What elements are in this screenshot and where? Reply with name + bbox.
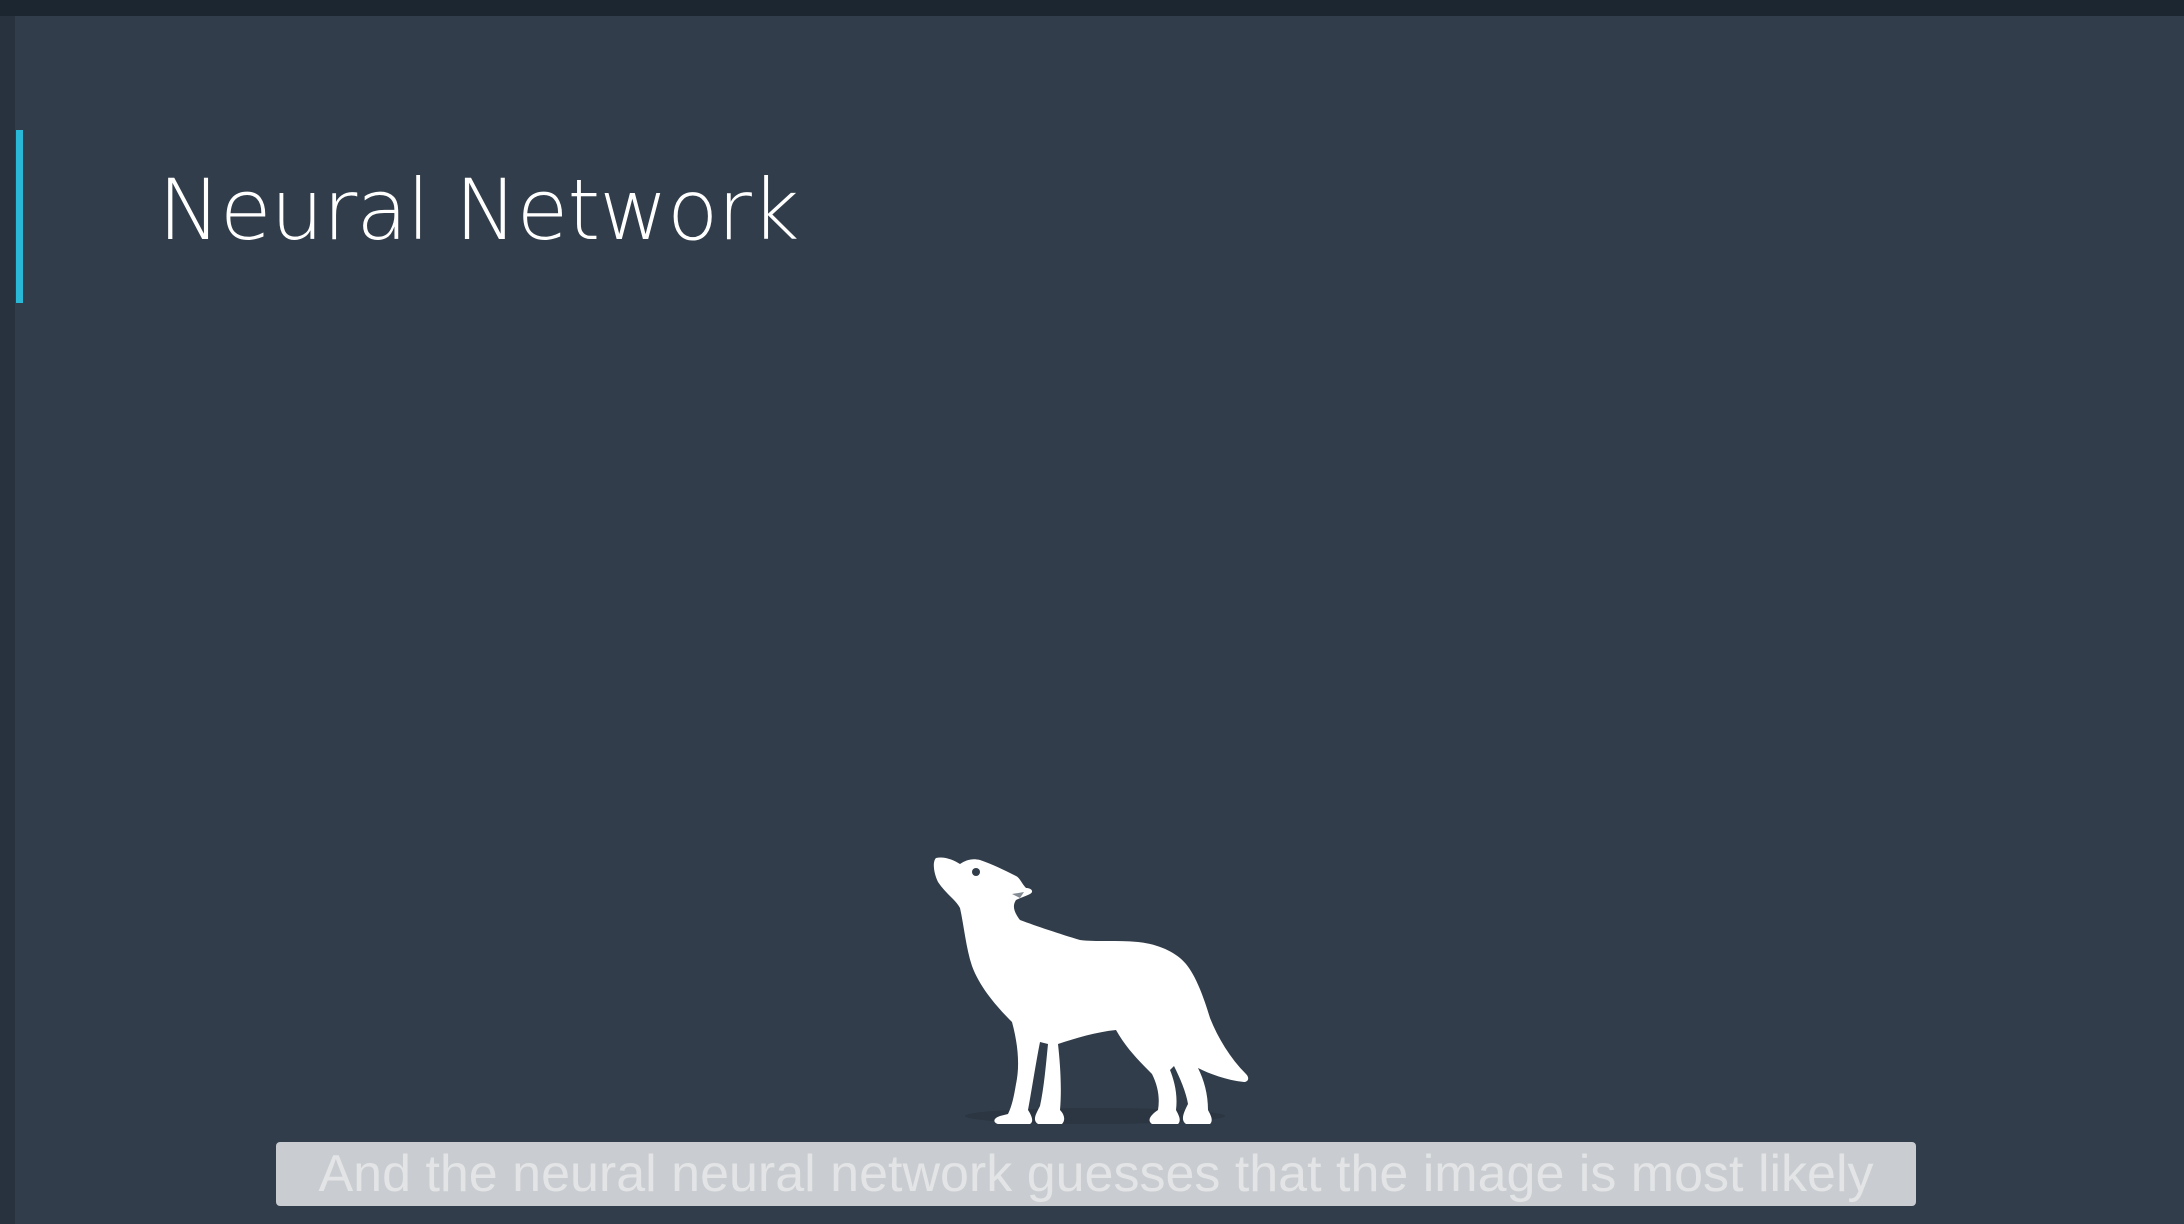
- title-accent-bar: [16, 130, 23, 303]
- caption-bar: And the neural neural network guesses th…: [276, 1142, 1916, 1206]
- left-edge-strip: [0, 16, 15, 1224]
- window-top-bar: [0, 0, 2184, 16]
- howling-wolf-icon: [933, 857, 1249, 1124]
- caption-text: And the neural neural network guesses th…: [318, 1145, 1874, 1203]
- slide-title: Neural Network: [158, 161, 800, 259]
